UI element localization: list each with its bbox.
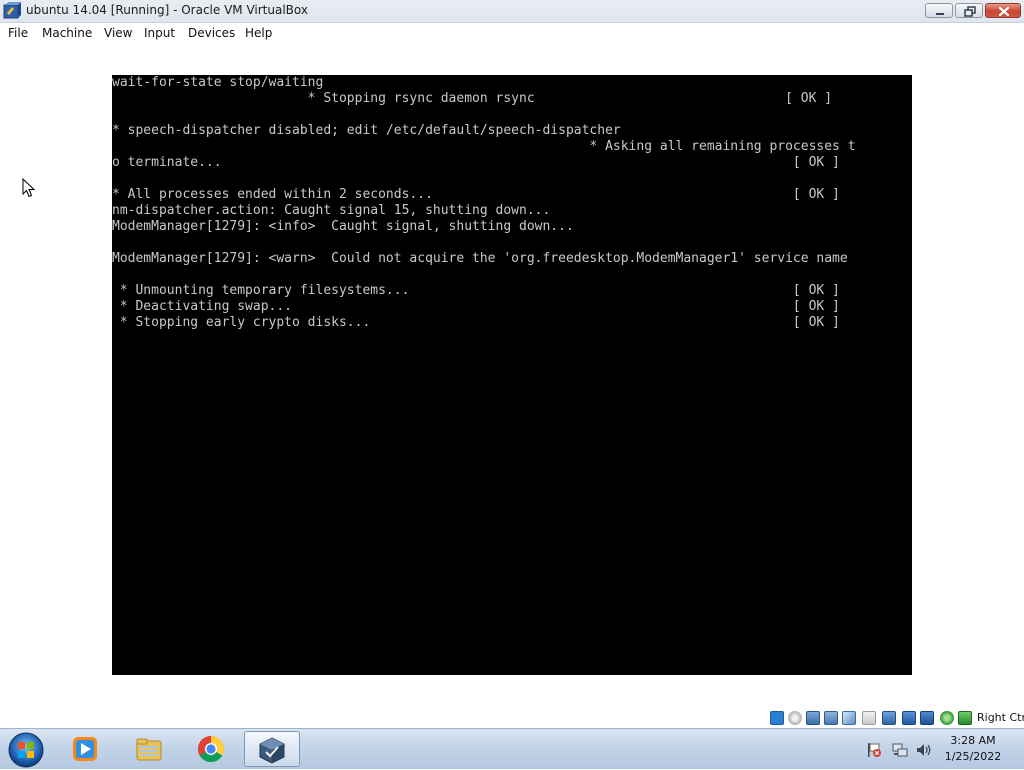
console-line: * Deactivating swap... [ OK ] xyxy=(112,299,840,314)
mouse-pointer-icon xyxy=(22,178,36,198)
window-title: ubuntu 14.04 [Running] - Oracle VM Virtu… xyxy=(26,3,308,17)
clock-time: 3:28 AM xyxy=(950,734,996,747)
close-icon xyxy=(998,6,1010,17)
console-line: * Stopping early crypto disks... [ OK ] xyxy=(112,315,840,330)
taskbar-media-player[interactable] xyxy=(58,731,114,767)
console-line: * Stopping rsync daemon rsync [ OK ] xyxy=(112,91,833,106)
taskbar-chrome[interactable] xyxy=(184,731,240,767)
menu-help[interactable]: Help xyxy=(245,26,272,40)
usb-icon[interactable] xyxy=(842,711,856,725)
console-line: * Asking all remaining processes t xyxy=(112,139,856,154)
network-icon[interactable] xyxy=(824,711,838,725)
console-line: * speech-dispatcher disabled; edit /etc/… xyxy=(112,123,621,138)
vm-console-screen[interactable]: wait-for-state stop/waiting * Stopping r… xyxy=(112,75,912,675)
restore-icon xyxy=(964,6,976,17)
console-line: * All processes ended within 2 seconds..… xyxy=(112,187,840,202)
console-line: o terminate... [ OK ] xyxy=(112,155,840,170)
windows-taskbar: 3:28 AM 1/25/2022 xyxy=(0,728,1024,769)
keyboard-capture-icon[interactable] xyxy=(958,711,972,725)
clock-date: 1/25/2022 xyxy=(944,750,1002,763)
close-button[interactable] xyxy=(985,3,1021,18)
menu-view[interactable]: View xyxy=(104,26,132,40)
video-capture-icon[interactable] xyxy=(902,711,916,725)
console-line: ModemManager[1279]: <warn> Could not acq… xyxy=(112,251,848,266)
menu-input[interactable]: Input xyxy=(144,26,175,40)
mouse-integration-icon[interactable] xyxy=(940,711,954,725)
taskbar-virtualbox[interactable] xyxy=(244,731,300,767)
host-key-label: Right Ctrl xyxy=(977,711,1024,724)
console-line: wait-for-state stop/waiting xyxy=(112,75,324,90)
hard-disk-icon[interactable] xyxy=(770,711,784,725)
console-line: nm-dispatcher.action: Caught signal 15, … xyxy=(112,203,551,218)
console-line: * Unmounting temporary filesystems... [ … xyxy=(112,283,840,298)
minimize-button[interactable] xyxy=(925,3,953,18)
taskbar-clock[interactable]: 3:28 AM 1/25/2022 xyxy=(930,733,1016,765)
minimize-icon xyxy=(936,13,944,15)
windows-media-player-icon xyxy=(73,737,97,761)
virtualbox-app-icon[interactable] xyxy=(3,2,21,20)
vm-status-bar: Right Ctrl xyxy=(0,708,1024,728)
menu-bar: File Machine View Input Devices Help xyxy=(0,23,1024,43)
window-titlebar[interactable]: ubuntu 14.04 [Running] - Oracle VM Virtu… xyxy=(0,0,1024,23)
chrome-icon xyxy=(197,736,225,763)
menu-file[interactable]: File xyxy=(8,26,28,40)
start-button[interactable] xyxy=(6,730,46,770)
optical-drive-icon[interactable] xyxy=(788,711,802,725)
windows-explorer-icon xyxy=(136,738,162,761)
console-line: ModemManager[1279]: <info> Caught signal… xyxy=(112,219,574,234)
action-center-flag-icon[interactable] xyxy=(866,742,882,758)
menu-machine[interactable]: Machine xyxy=(42,26,92,40)
virtualbox-icon xyxy=(259,737,285,764)
display-icon[interactable] xyxy=(882,711,896,725)
menu-devices[interactable]: Devices xyxy=(188,26,235,40)
network-icon[interactable] xyxy=(892,742,908,758)
taskbar-explorer[interactable] xyxy=(122,731,178,767)
audio-icon[interactable] xyxy=(806,711,820,725)
cpu-icon[interactable] xyxy=(920,711,934,725)
shared-folders-icon[interactable] xyxy=(862,711,876,725)
restore-button[interactable] xyxy=(955,3,983,18)
